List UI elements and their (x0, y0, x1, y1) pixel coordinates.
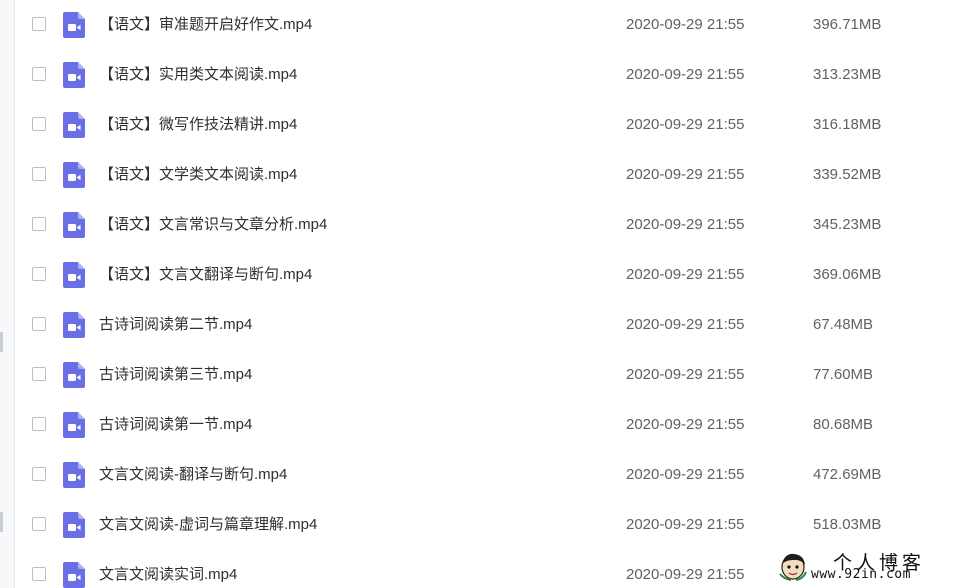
file-name[interactable]: 古诗词阅读第二节.mp4 (99, 315, 252, 335)
file-name[interactable]: 【语文】实用类文本阅读.mp4 (99, 65, 297, 85)
video-file-icon (63, 262, 85, 288)
watermark-avatar-icon (779, 553, 807, 581)
file-list-window: 【语文】审准题开启好作文.mp4 2020-09-29 21:55 396.71MB… (0, 0, 975, 588)
file-modified-time: 2020-09-29 21:55 (626, 16, 745, 33)
file-row[interactable]: 【语文】实用类文本阅读.mp4 2020-09-29 21:55 313.23MB (14, 50, 975, 100)
row-checkbox[interactable] (32, 317, 46, 331)
file-modified-time: 2020-09-29 21:55 (626, 416, 745, 433)
watermark: 个人博客 www.92in.com (777, 550, 969, 584)
file-name[interactable]: 文言文阅读-虚词与篇章理解.mp4 (99, 515, 317, 535)
file-modified-time: 2020-09-29 21:55 (626, 466, 745, 483)
video-file-icon (63, 62, 85, 88)
row-checkbox[interactable] (32, 367, 46, 381)
file-size: 77.60MB (813, 366, 874, 383)
file-row[interactable]: 文言文阅读-翻译与断句.mp4 2020-09-29 21:55 472.69MB (14, 450, 975, 500)
file-name[interactable]: 【语文】文言文翻译与断句.mp4 (99, 265, 312, 285)
video-file-icon (63, 512, 85, 538)
file-size: 339.52MB (813, 166, 882, 183)
video-file-icon (63, 162, 85, 188)
file-modified-time: 2020-09-29 21:55 (626, 216, 745, 233)
file-modified-time: 2020-09-29 21:55 (626, 366, 745, 383)
file-size: 396.71MB (813, 16, 882, 33)
row-checkbox[interactable] (32, 67, 46, 81)
video-file-icon (63, 12, 85, 38)
file-row[interactable]: 古诗词阅读第一节.mp4 2020-09-29 21:55 80.68MB (14, 400, 975, 450)
file-row[interactable]: 【语文】微写作技法精讲.mp4 2020-09-29 21:55 316.18MB (14, 100, 975, 150)
file-name[interactable]: 【语文】文言常识与文章分析.mp4 (99, 215, 327, 235)
file-modified-time: 2020-09-29 21:55 (626, 116, 745, 133)
file-name[interactable]: 【语文】文学类文本阅读.mp4 (99, 165, 297, 185)
sidebar-edge-marker (0, 332, 3, 352)
video-file-icon (63, 312, 85, 338)
file-size: 369.06MB (813, 266, 882, 283)
file-row[interactable]: 古诗词阅读第二节.mp4 2020-09-29 21:55 67.48MB (14, 300, 975, 350)
file-size: 313.23MB (813, 66, 882, 83)
file-row[interactable]: 古诗词阅读第三节.mp4 2020-09-29 21:55 77.60MB (14, 350, 975, 400)
row-checkbox[interactable] (32, 267, 46, 281)
row-checkbox[interactable] (32, 467, 46, 481)
file-size: 316.18MB (813, 116, 882, 133)
sidebar-edge (0, 0, 15, 588)
file-size: 345.23MB (813, 216, 882, 233)
file-name[interactable]: 古诗词阅读第一节.mp4 (99, 415, 252, 435)
video-file-icon (63, 362, 85, 388)
row-checkbox[interactable] (32, 517, 46, 531)
row-checkbox[interactable] (32, 167, 46, 181)
file-modified-time: 2020-09-29 21:55 (626, 516, 745, 533)
file-row[interactable]: 文言文阅读-虚词与篇章理解.mp4 2020-09-29 21:55 518.03M… (14, 500, 975, 550)
video-file-icon (63, 462, 85, 488)
file-row[interactable]: 【语文】审准题开启好作文.mp4 2020-09-29 21:55 396.71MB (14, 0, 975, 50)
file-name[interactable]: 古诗词阅读第三节.mp4 (99, 365, 252, 385)
row-checkbox[interactable] (32, 117, 46, 131)
file-modified-time: 2020-09-29 21:55 (626, 66, 745, 83)
file-row[interactable]: 【语文】文言文翻译与断句.mp4 2020-09-29 21:55 369.06MB (14, 250, 975, 300)
file-row[interactable]: 【语文】文学类文本阅读.mp4 2020-09-29 21:55 339.52MB (14, 150, 975, 200)
file-name[interactable]: 【语文】微写作技法精讲.mp4 (99, 115, 297, 135)
file-size: 518.03MB (813, 516, 882, 533)
file-name[interactable]: 文言文阅读实词.mp4 (99, 565, 237, 585)
file-row[interactable]: 【语文】文言常识与文章分析.mp4 2020-09-29 21:55 345.23M… (14, 200, 975, 250)
file-size: 472.69MB (813, 466, 882, 483)
row-checkbox[interactable] (32, 417, 46, 431)
video-file-icon (63, 412, 85, 438)
video-file-icon (63, 112, 85, 138)
file-modified-time: 2020-09-29 21:55 (626, 316, 745, 333)
row-checkbox[interactable] (32, 217, 46, 231)
file-size: 80.68MB (813, 416, 874, 433)
row-checkbox[interactable] (32, 17, 46, 31)
file-modified-time: 2020-09-29 21:55 (626, 266, 745, 283)
file-list: 【语文】审准题开启好作文.mp4 2020-09-29 21:55 396.71MB… (14, 0, 975, 588)
sidebar-edge-marker (0, 512, 3, 532)
file-name[interactable]: 文言文阅读-翻译与断句.mp4 (99, 465, 287, 485)
video-file-icon (63, 562, 85, 588)
file-size: 67.48MB (813, 316, 874, 333)
watermark-url: www.92in.com (811, 567, 911, 582)
row-checkbox[interactable] (32, 567, 46, 581)
file-name[interactable]: 【语文】审准题开启好作文.mp4 (99, 15, 312, 35)
file-modified-time: 2020-09-29 21:55 (626, 566, 745, 583)
file-modified-time: 2020-09-29 21:55 (626, 166, 745, 183)
video-file-icon (63, 212, 85, 238)
